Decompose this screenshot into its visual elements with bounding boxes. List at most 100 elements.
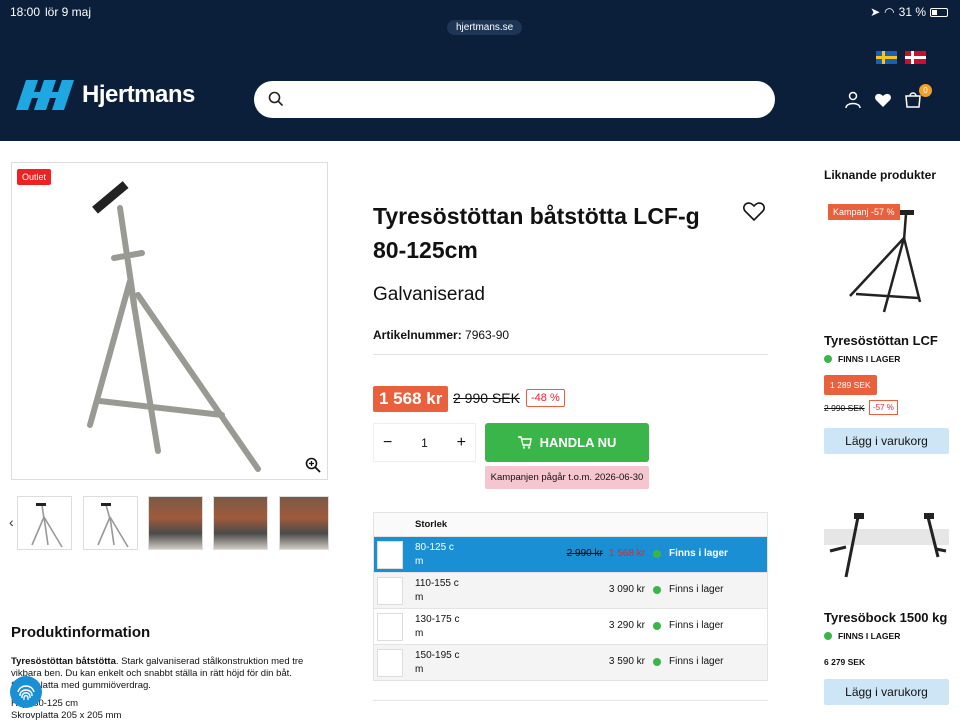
in-stock-dot-icon bbox=[653, 550, 661, 558]
fingerprint-icon[interactable] bbox=[10, 676, 42, 708]
heart-icon[interactable] bbox=[874, 91, 892, 109]
in-stock-dot-icon bbox=[653, 658, 661, 666]
in-stock-dot-icon bbox=[824, 632, 832, 640]
cart-icon bbox=[517, 436, 532, 449]
article-number-label: Artikelnummer: bbox=[373, 328, 462, 342]
thumbnail-4[interactable] bbox=[213, 496, 268, 550]
product-info-title: Produktinformation bbox=[11, 624, 151, 641]
variant-size: 110-155 c m bbox=[415, 578, 459, 603]
product-subtitle: Galvaniserad bbox=[373, 284, 485, 305]
logo[interactable]: Hjertmans bbox=[16, 80, 195, 110]
status-date: lör 9 maj bbox=[45, 5, 92, 19]
battery-icon bbox=[930, 7, 948, 17]
campaign-notice: Kampanjen pågår t.o.m. 2026-06-30 bbox=[485, 466, 649, 489]
similar-product-old-price: 2 990 SEK bbox=[824, 403, 865, 413]
quantity-value[interactable]: 1 bbox=[421, 436, 428, 450]
divider bbox=[373, 700, 768, 701]
thumbnail-3[interactable] bbox=[148, 496, 203, 550]
logo-text: Hjertmans bbox=[82, 81, 195, 108]
add-to-cart-button[interactable]: Lägg i varukorg bbox=[824, 679, 949, 705]
cart-button[interactable]: 0 bbox=[904, 84, 932, 109]
similar-product-image[interactable] bbox=[824, 477, 949, 602]
search-input[interactable] bbox=[254, 81, 775, 118]
variant-price: 3 590 kr bbox=[608, 656, 645, 667]
outlet-badge: Outlet bbox=[17, 169, 52, 185]
thumbnail-5[interactable] bbox=[279, 496, 329, 550]
variant-table: Storlek 80-125 c m 2 990 kr 1 568 kr Finn… bbox=[373, 512, 768, 681]
similar-product-discount: -57 % bbox=[869, 400, 898, 415]
address-bar[interactable]: hjertmans.se bbox=[447, 20, 523, 35]
variant-price: 2 990 kr 1 568 kr bbox=[567, 548, 645, 559]
variant-stock: Finns i lager bbox=[669, 584, 724, 595]
variant-thumbnail bbox=[377, 648, 403, 677]
variant-thumbnail bbox=[377, 540, 403, 569]
variant-size: 150-195 c m bbox=[415, 650, 460, 675]
danish-flag-icon[interactable] bbox=[905, 51, 926, 64]
article-number-value: 7963-90 bbox=[465, 328, 510, 342]
similar-product-stock-label: FINNS I LAGER bbox=[838, 354, 901, 364]
boat-stand-image bbox=[824, 513, 949, 578]
similar-product-name[interactable]: Tyresöstöttan LCF bbox=[824, 333, 938, 348]
similar-products-title: Liknande produkter bbox=[824, 168, 937, 182]
variant-price: 3 290 kr bbox=[608, 620, 645, 631]
article-number: Artikelnummer: 7963-90 bbox=[373, 328, 509, 342]
boat-stand-image bbox=[87, 181, 261, 472]
status-time: 18:00 bbox=[10, 5, 41, 19]
site-header: Hjertmans 0 bbox=[0, 40, 960, 141]
divider bbox=[373, 354, 768, 355]
buy-now-label: HANDLA NU bbox=[539, 435, 617, 450]
similar-product-stock: FINNS I LAGER bbox=[824, 354, 900, 364]
variant-stock: Finns i lager bbox=[669, 548, 728, 559]
favorite-heart-icon[interactable] bbox=[742, 200, 766, 222]
thumbnail-1[interactable] bbox=[17, 496, 72, 550]
quantity-decrease-button[interactable]: − bbox=[383, 434, 392, 452]
similar-product-stock-label: FINNS I LAGER bbox=[838, 631, 901, 641]
discount-badge: -48 % bbox=[526, 389, 565, 407]
wifi-icon: ◠ bbox=[884, 5, 895, 19]
variant-row[interactable]: 130-175 c m 3 290 kr Finns i lager bbox=[374, 608, 767, 644]
variant-size: 130-175 c m bbox=[415, 614, 460, 639]
variant-row[interactable]: 80-125 c m 2 990 kr 1 568 kr Finns i lage… bbox=[374, 536, 767, 572]
product-info-spec-height: Höjd 80-125 cm bbox=[11, 698, 79, 709]
variant-stock: Finns i lager bbox=[669, 620, 724, 631]
quantity-increase-button[interactable]: + bbox=[457, 434, 466, 452]
variant-size: 80-125 c m bbox=[415, 542, 454, 567]
header-icons: 0 bbox=[844, 84, 932, 109]
battery-label: 31 % bbox=[898, 5, 926, 19]
variant-old-price: 2 990 kr bbox=[566, 548, 603, 559]
variant-stock: Finns i lager bbox=[669, 656, 724, 667]
similar-product-stock: FINNS I LAGER bbox=[824, 631, 900, 641]
in-stock-dot-icon bbox=[653, 586, 661, 594]
variant-table-header: Storlek bbox=[374, 513, 767, 536]
current-price: 1 568 kr bbox=[373, 386, 449, 412]
similar-product-image[interactable]: Kampanj -57 % bbox=[824, 200, 949, 325]
similar-product-name[interactable]: Tyresöbock 1500 kg bbox=[824, 610, 947, 625]
buy-now-button[interactable]: HANDLA NU bbox=[485, 423, 649, 462]
old-price: 2 990 SEK bbox=[453, 390, 520, 406]
zoom-icon[interactable] bbox=[305, 457, 321, 473]
product-main-image[interactable]: Outlet bbox=[11, 162, 328, 480]
in-stock-dot-icon bbox=[653, 622, 661, 630]
user-icon[interactable] bbox=[844, 91, 862, 109]
quantity-stepper: − 1 + bbox=[373, 423, 476, 462]
search-icon bbox=[268, 91, 284, 107]
thumbnail-2[interactable] bbox=[83, 496, 138, 550]
swedish-flag-icon[interactable] bbox=[876, 51, 897, 64]
product-title: Tyresöstöttan båtstötta LCF-g 80-125cm bbox=[373, 203, 700, 263]
thumbnail-strip bbox=[11, 496, 331, 550]
product-info-lead: Tyresöstöttan båtstötta bbox=[11, 656, 116, 667]
add-to-cart-button[interactable]: Lägg i varukorg bbox=[824, 428, 949, 454]
variant-row[interactable]: 110-155 c m 3 090 kr Finns i lager bbox=[374, 572, 767, 608]
location-icon: ➤ bbox=[870, 5, 881, 19]
in-stock-dot-icon bbox=[824, 355, 832, 363]
similar-product-price: 1 289 SEK bbox=[824, 375, 877, 395]
status-bar: 18:00 lör 9 maj hjertmans.se ➤ ◠ 31 % bbox=[0, 0, 960, 40]
campaign-badge: Kampanj -57 % bbox=[828, 204, 900, 220]
product-info-spec-plate: Skrovplatta 205 x 205 mm bbox=[11, 710, 122, 721]
similar-product-price: 6 279 SEK bbox=[824, 657, 866, 667]
variant-row[interactable]: 150-195 c m 3 590 kr Finns i lager bbox=[374, 644, 767, 680]
variant-price: 3 090 kr bbox=[608, 584, 645, 595]
variant-thumbnail bbox=[377, 576, 403, 605]
cart-count-badge: 0 bbox=[919, 84, 932, 97]
language-flags bbox=[876, 51, 926, 64]
